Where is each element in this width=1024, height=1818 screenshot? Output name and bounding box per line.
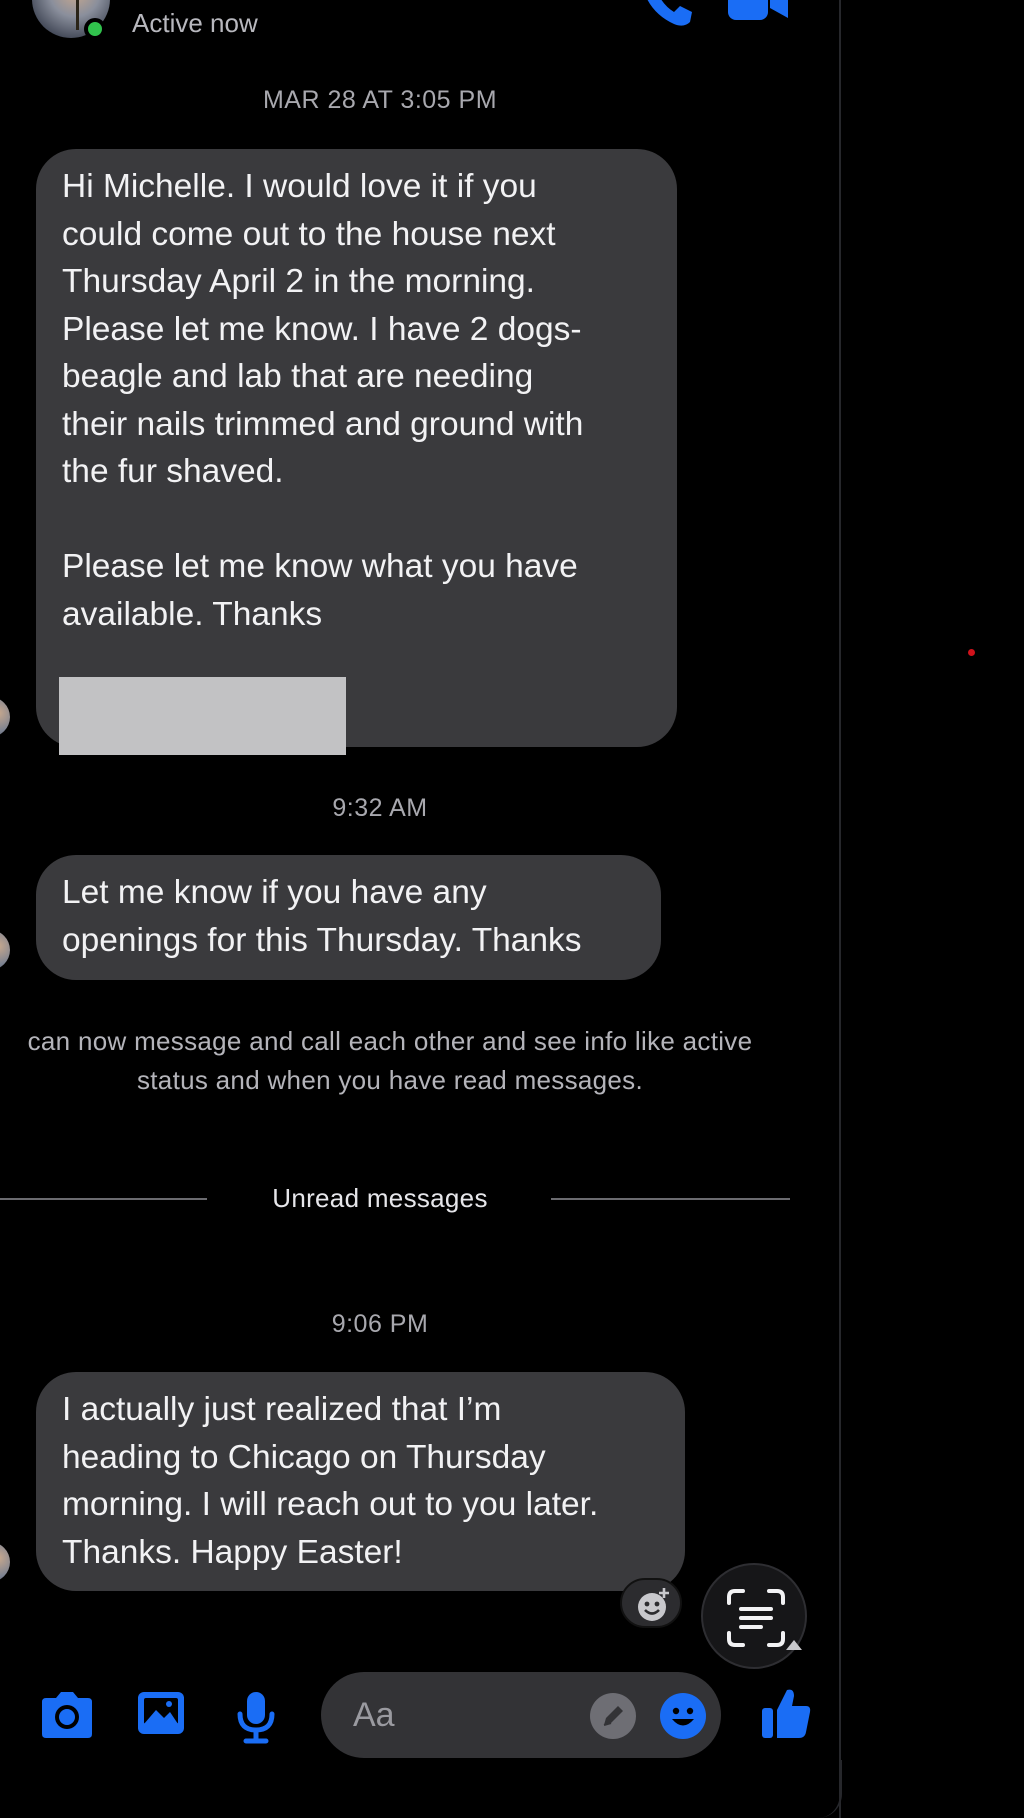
active-status-text: Active now (132, 8, 258, 38)
message-bubble[interactable]: Hi Michelle. I would love it if you coul… (36, 149, 677, 747)
add-reaction-button[interactable] (620, 1578, 682, 1628)
connection-notice: can now message and call each other and … (27, 1026, 753, 1095)
message-bubble[interactable]: Let me know if you have any openings for… (36, 855, 661, 980)
message-timestamp: MAR 28 AT 3:05 PM (262, 86, 498, 114)
avatar-palm (76, 0, 79, 30)
message-timestamp: 9:06 PM (331, 1310, 429, 1338)
phone-icon[interactable] (640, 0, 694, 28)
divider-line-right (551, 1198, 790, 1200)
add-reaction-icon (638, 1588, 669, 1621)
emoji-icon[interactable] (659, 1692, 707, 1740)
message-timestamp: 9:32 AM (332, 794, 428, 822)
message-input-placeholder: Aa (353, 1696, 395, 1734)
microphone-icon[interactable] (236, 1690, 276, 1744)
sender-avatar[interactable] (0, 1542, 10, 1582)
scan-text-button[interactable] (701, 1563, 807, 1669)
gallery-icon[interactable] (136, 1690, 186, 1736)
message-bubble[interactable]: I actually just realized that I’m headin… (36, 1372, 685, 1591)
panel-edge (839, 0, 841, 1818)
edit-icon[interactable] (589, 1692, 637, 1740)
sender-avatar[interactable] (0, 697, 10, 737)
camera-icon[interactable] (38, 1690, 96, 1740)
active-status-dot (84, 18, 106, 40)
sender-avatar[interactable] (0, 930, 10, 970)
marker-dot (968, 649, 975, 656)
video-call-icon[interactable] (728, 0, 790, 22)
scan-text-icon (727, 1589, 785, 1647)
scan-pointer (786, 1640, 802, 1650)
like-icon[interactable] (760, 1686, 812, 1740)
conversation-panel: Active now MAR 28 AT 3:05 PM Hi Michelle… (0, 0, 840, 1818)
chat-header: Active now (0, 0, 840, 44)
redacted-block (59, 677, 346, 755)
